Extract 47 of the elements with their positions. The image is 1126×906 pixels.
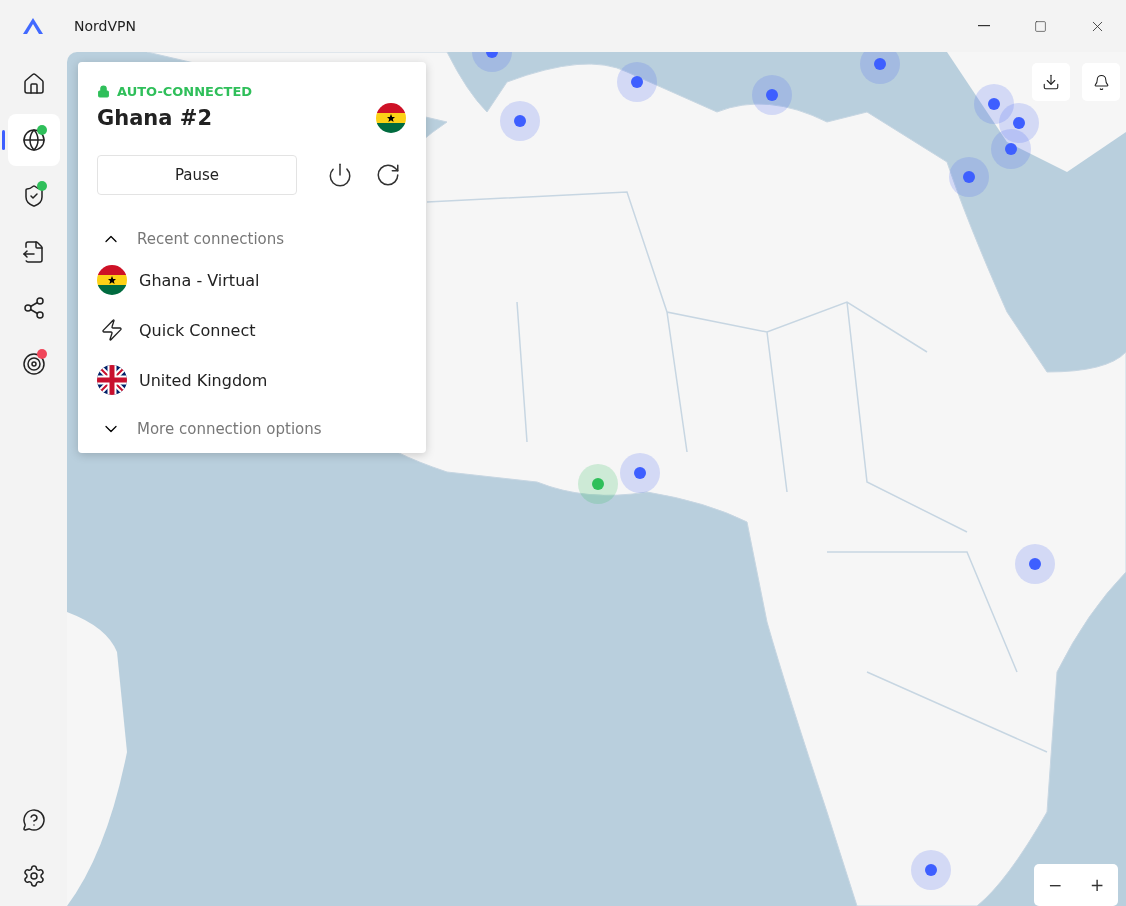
more-options-toggle[interactable]: More connection options xyxy=(97,419,326,439)
connection-item[interactable]: Quick Connect xyxy=(97,305,406,355)
active-indicator xyxy=(1,130,5,150)
server-pin[interactable] xyxy=(617,62,657,102)
download-button[interactable] xyxy=(1032,63,1070,101)
logo-icon xyxy=(22,17,44,35)
server-pin[interactable] xyxy=(1015,544,1055,584)
more-options-label: More connection options xyxy=(137,420,322,438)
help-icon xyxy=(21,808,46,832)
download-icon xyxy=(1042,73,1060,91)
recent-connections-toggle[interactable]: Recent connections xyxy=(97,229,289,249)
connection-item[interactable]: United Kingdom xyxy=(97,355,406,405)
target-icon xyxy=(21,352,46,376)
server-pin[interactable] xyxy=(974,84,1014,124)
nodes-icon xyxy=(21,296,46,320)
lock-icon xyxy=(97,85,110,98)
connection-item[interactable]: Ghana - Virtual xyxy=(97,255,406,305)
server-pin[interactable] xyxy=(991,129,1031,169)
maximize-icon xyxy=(1034,19,1047,33)
globe-icon xyxy=(21,128,46,152)
notifications-button[interactable] xyxy=(1082,63,1120,101)
server-pin[interactable] xyxy=(911,850,951,890)
server-pin[interactable] xyxy=(860,52,900,84)
power-icon xyxy=(327,162,353,188)
status-label: AUTO-CONNECTED xyxy=(117,84,253,99)
pause-button[interactable]: Pause xyxy=(97,155,297,195)
server-pin[interactable] xyxy=(620,453,660,493)
server-name: Ghana #2 xyxy=(97,106,212,130)
window-title: NordVPN xyxy=(74,18,137,34)
file-export-icon xyxy=(21,240,46,264)
minimize-icon xyxy=(977,25,990,27)
server-pin[interactable] xyxy=(999,103,1039,143)
server-pin[interactable] xyxy=(949,157,989,197)
bell-icon xyxy=(1092,73,1110,91)
flag-icon xyxy=(376,103,406,133)
zoom-out-button[interactable]: − xyxy=(1034,864,1076,906)
server-pin[interactable] xyxy=(472,52,512,72)
settings-icon xyxy=(21,864,46,888)
flag-icon xyxy=(97,265,127,295)
reload-icon xyxy=(375,162,401,188)
flag-icon xyxy=(97,365,127,395)
server-pin[interactable] xyxy=(500,101,540,141)
home-icon xyxy=(21,72,46,96)
section-title: Recent connections xyxy=(137,230,285,248)
lightning-icon xyxy=(100,318,124,342)
server-pin[interactable] xyxy=(752,75,792,115)
zoom-in-button[interactable]: + xyxy=(1076,864,1118,906)
